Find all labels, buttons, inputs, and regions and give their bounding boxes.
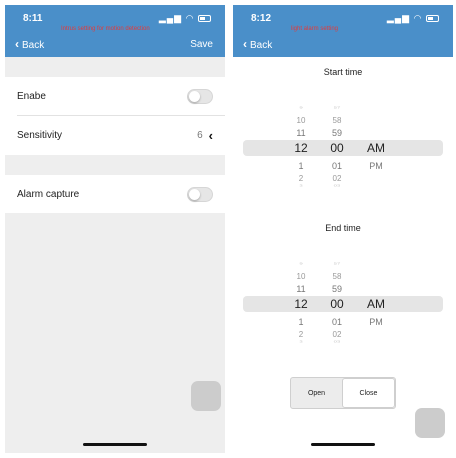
picker-minute-option[interactable]: 00 bbox=[323, 140, 351, 156]
picker-hour-option[interactable]: 3 bbox=[289, 338, 313, 345]
end-time-title: End time bbox=[325, 223, 361, 233]
back-label: Back bbox=[22, 40, 45, 51]
wifi-icon: ◠ bbox=[185, 13, 195, 23]
back-label: Back bbox=[250, 40, 273, 51]
end-time-picker[interactable]: 9 10 11 12 1 2 3 57 58 59 00 01 02 03 AM PM bbox=[243, 255, 443, 353]
status-icons: ▂▄▆ ◠ bbox=[159, 13, 211, 24]
settings-card: Enabe Sensitivity 6 ‹ bbox=[5, 77, 225, 155]
header-note: light alarm setting bbox=[291, 26, 339, 32]
motion-detection-settings-screen: 8:11 ▂▄▆ ◠ Intrus setting for motion det… bbox=[5, 5, 225, 453]
save-button[interactable]: Save bbox=[190, 39, 213, 50]
picker-hour-option[interactable]: 9 bbox=[289, 260, 313, 267]
picker-minute-option[interactable]: 59 bbox=[323, 125, 351, 141]
floating-action-button[interactable] bbox=[191, 381, 221, 411]
sensitivity-value: 6 bbox=[197, 129, 203, 141]
wifi-icon: ◠ bbox=[413, 13, 423, 23]
picker-minute-option[interactable]: 03 bbox=[323, 338, 351, 345]
picker-ampm-option[interactable]: AM bbox=[361, 140, 391, 156]
back-button[interactable]: ‹ Back bbox=[243, 37, 272, 51]
screenshot-frame: 8:11 ▂▄▆ ◠ Intrus setting for motion det… bbox=[0, 0, 456, 458]
chevron-left-icon: ‹ bbox=[15, 37, 19, 51]
battery-icon bbox=[198, 15, 211, 23]
alarm-card: Alarm capture bbox=[5, 175, 225, 213]
alarm-capture-row: Alarm capture bbox=[5, 175, 225, 213]
picker-hour-option[interactable]: 11 bbox=[289, 281, 313, 297]
cellular-signal-icon: ▂▄▆ bbox=[386, 13, 411, 23]
picker-minute-option[interactable]: 57 bbox=[323, 104, 351, 111]
light-alarm-setting-screen: 8:12 ▂▄▆ ◠ light alarm setting ‹ Back Sta… bbox=[233, 5, 453, 453]
start-time-title: Start time bbox=[323, 67, 363, 77]
toggle-knob bbox=[189, 188, 200, 200]
floating-action-button[interactable] bbox=[415, 408, 445, 438]
sensitivity-row[interactable]: Sensitivity 6 ‹ bbox=[5, 116, 225, 154]
status-time: 8:12 bbox=[251, 13, 272, 24]
picker-hour-option[interactable]: 3 bbox=[289, 182, 313, 189]
enable-row: Enabe bbox=[5, 77, 225, 115]
home-indicator bbox=[311, 443, 375, 446]
header-note: Intrus setting for motion detection bbox=[61, 26, 150, 32]
enable-toggle[interactable] bbox=[187, 88, 213, 104]
status-icons: ▂▄▆ ◠ bbox=[387, 13, 439, 24]
alarm-capture-toggle[interactable] bbox=[187, 186, 213, 202]
alarm-capture-label: Alarm capture bbox=[17, 188, 80, 200]
picker-ampm-option[interactable]: PM bbox=[361, 314, 391, 330]
picker-minute-option[interactable]: 03 bbox=[323, 182, 351, 189]
picker-minute-option[interactable]: 00 bbox=[323, 296, 351, 312]
toggle-knob bbox=[189, 90, 200, 102]
enable-label: Enabe bbox=[17, 90, 46, 102]
home-indicator bbox=[83, 443, 147, 446]
picker-minute-option[interactable]: 57 bbox=[323, 260, 351, 267]
nav-header: 8:11 ▂▄▆ ◠ Intrus setting for motion det… bbox=[5, 5, 225, 57]
cellular-signal-icon: ▂▄▆ bbox=[158, 13, 183, 23]
picker-ampm-option[interactable]: PM bbox=[361, 158, 391, 174]
battery-icon bbox=[426, 15, 439, 23]
open-segment-button[interactable]: Open bbox=[291, 378, 342, 408]
open-close-segmented-control: Open Close bbox=[290, 377, 396, 409]
status-time: 8:11 bbox=[23, 13, 43, 24]
picker-hour-option[interactable]: 12 bbox=[289, 296, 313, 312]
picker-minute-option[interactable]: 59 bbox=[323, 281, 351, 297]
picker-ampm-option[interactable]: AM bbox=[361, 296, 391, 312]
sensitivity-label: Sensitivity bbox=[17, 129, 63, 141]
close-segment-button[interactable]: Close bbox=[342, 378, 395, 408]
chevron-left-icon: ‹ bbox=[243, 37, 247, 51]
chevron-left-icon[interactable]: ‹ bbox=[209, 128, 213, 143]
picker-hour-option[interactable]: 9 bbox=[289, 104, 313, 111]
nav-header: 8:12 ▂▄▆ ◠ light alarm setting ‹ Back bbox=[233, 5, 453, 57]
back-button[interactable]: ‹ Back bbox=[15, 37, 44, 51]
picker-hour-option[interactable]: 11 bbox=[289, 125, 313, 141]
picker-hour-option[interactable]: 12 bbox=[289, 140, 313, 156]
start-time-picker[interactable]: 9 10 11 12 1 2 3 57 58 59 00 01 02 03 AM PM bbox=[243, 99, 443, 197]
